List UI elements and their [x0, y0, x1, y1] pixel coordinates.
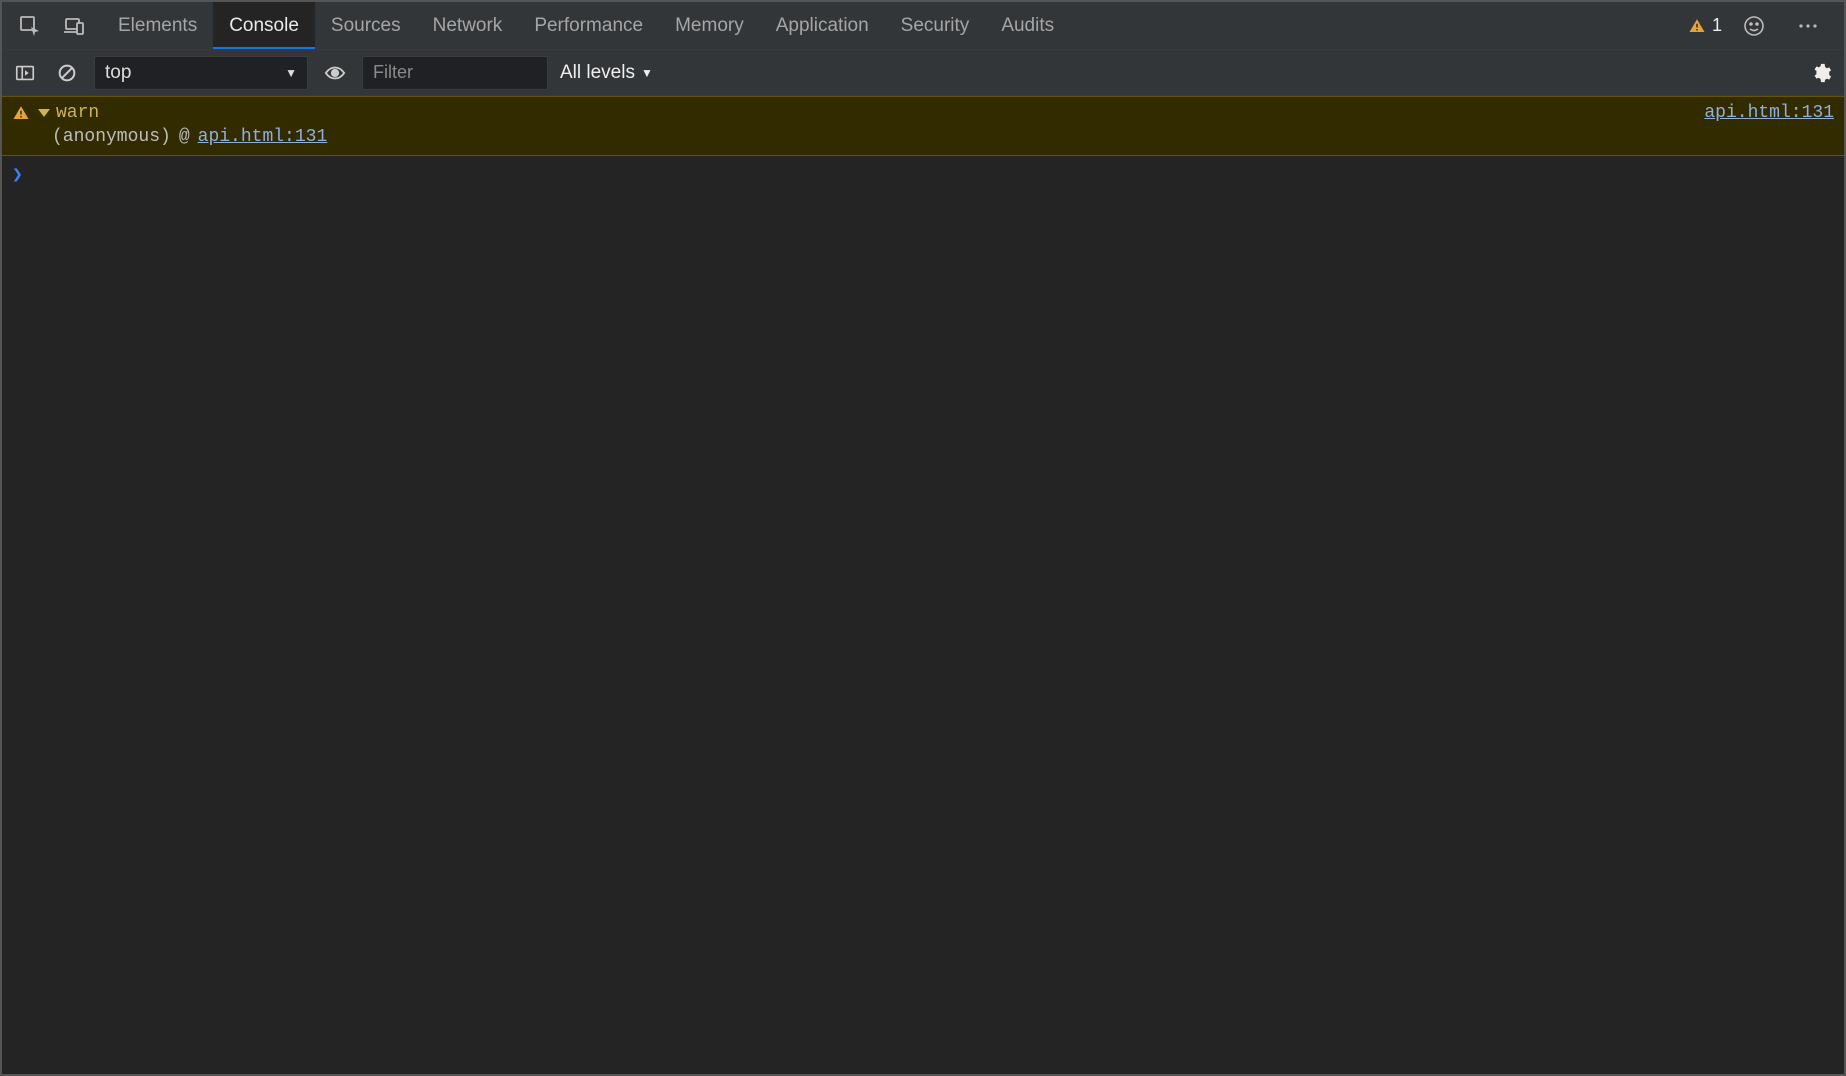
warning-summary-line: warn api.html:131	[12, 103, 1834, 123]
tab-application[interactable]: Application	[760, 2, 885, 49]
warning-stack-line: (anonymous) @ api.html:131	[12, 123, 1834, 147]
tab-label: Audits	[1001, 15, 1054, 37]
tab-label: Security	[901, 15, 970, 37]
warning-triangle-icon	[12, 104, 30, 122]
tab-label: Application	[776, 15, 869, 37]
execution-context-select[interactable]: top ▼	[94, 56, 308, 90]
console-warning-message: warn api.html:131 (anonymous) @ api.html…	[2, 96, 1844, 156]
console-settings-icon[interactable]	[1806, 58, 1836, 88]
log-levels-select[interactable]: All levels ▼	[560, 62, 653, 84]
tab-label: Performance	[534, 15, 643, 37]
stack-caller: (anonymous)	[52, 127, 171, 147]
stack-source-link[interactable]: api.html:131	[198, 127, 328, 147]
tab-label: Sources	[331, 15, 401, 37]
tabbar-right: 1	[1680, 2, 1838, 49]
warning-count-value: 1	[1712, 15, 1722, 36]
tab-console[interactable]: Console	[213, 2, 315, 49]
stack-at-symbol: @	[179, 127, 190, 147]
tab-sources[interactable]: Sources	[315, 2, 417, 49]
console-prompt: ❯	[2, 156, 1844, 194]
device-toolbar-icon[interactable]	[52, 2, 96, 49]
warning-counter[interactable]: 1	[1688, 15, 1722, 36]
warning-triangle-icon	[1688, 17, 1706, 35]
filter-input[interactable]	[362, 56, 548, 90]
prompt-chevron-icon: ❯	[12, 164, 23, 186]
context-value: top	[105, 62, 131, 84]
levels-label: All levels	[560, 62, 635, 84]
console-input[interactable]	[31, 165, 1834, 186]
warning-left: warn	[12, 103, 99, 123]
more-menu-icon[interactable]	[1786, 14, 1830, 38]
tab-memory[interactable]: Memory	[659, 2, 760, 49]
tab-network[interactable]: Network	[417, 2, 519, 49]
feedback-icon[interactable]	[1732, 14, 1776, 38]
chevron-down-icon: ▼	[641, 66, 653, 80]
source-link[interactable]: api.html:131	[1704, 103, 1834, 123]
tabs: Elements Console Sources Network Perform…	[102, 2, 1680, 49]
tab-label: Network	[433, 15, 503, 37]
tab-label: Memory	[675, 15, 744, 37]
console-toolbar: top ▼ All levels ▼	[2, 50, 1844, 96]
tab-label: Elements	[118, 15, 197, 37]
chevron-down-icon: ▼	[285, 66, 297, 80]
devtools-panel: Elements Console Sources Network Perform…	[0, 0, 1846, 1076]
clear-console-icon[interactable]	[52, 58, 82, 88]
live-expression-icon[interactable]	[320, 58, 350, 88]
toggle-sidebar-icon[interactable]	[10, 58, 40, 88]
tab-performance[interactable]: Performance	[518, 2, 659, 49]
disclosure-triangle-icon[interactable]	[38, 109, 50, 117]
inspect-element-icon[interactable]	[8, 2, 52, 49]
tab-elements[interactable]: Elements	[102, 2, 213, 49]
console-output: warn api.html:131 (anonymous) @ api.html…	[2, 96, 1844, 1074]
tab-audits[interactable]: Audits	[985, 2, 1070, 49]
tab-security[interactable]: Security	[885, 2, 986, 49]
tab-label: Console	[229, 15, 299, 37]
warning-text: warn	[56, 103, 99, 123]
tab-bar: Elements Console Sources Network Perform…	[2, 2, 1844, 50]
